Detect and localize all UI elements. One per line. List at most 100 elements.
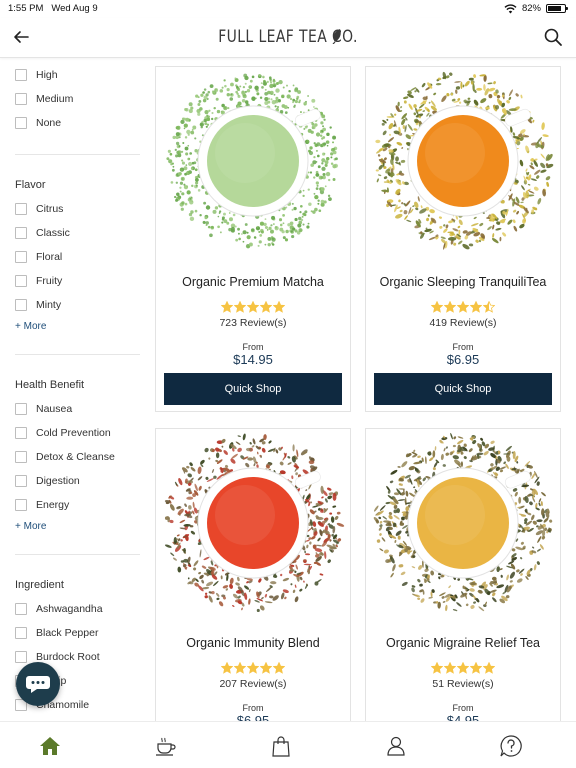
account-icon[interactable]	[384, 734, 408, 758]
product-image[interactable]	[156, 429, 350, 625]
checkbox[interactable]	[15, 299, 27, 311]
tea-leaf	[187, 577, 190, 580]
tea-leaf	[473, 99, 479, 106]
checkbox[interactable]	[15, 499, 27, 511]
teacup-icon[interactable]	[154, 734, 178, 758]
tea-leaf	[247, 457, 254, 461]
home-icon[interactable]	[38, 734, 62, 758]
quick-shop-button[interactable]: Quick Shop	[164, 373, 342, 405]
tea-leaf	[530, 178, 537, 181]
tea-leaf	[545, 176, 551, 181]
back-arrow-icon[interactable]	[10, 26, 32, 48]
product-price: $6.95	[446, 352, 480, 367]
tea-leaf	[258, 578, 262, 583]
filter-flavor-floral[interactable]: Floral	[15, 249, 62, 265]
filter-flavor-classic[interactable]: Classic	[15, 225, 70, 241]
checkbox[interactable]	[15, 451, 27, 463]
tea-leaf	[211, 591, 215, 595]
tea-leaf	[330, 516, 335, 523]
checkbox[interactable]	[15, 403, 27, 415]
filter-ingredient-burdock-root[interactable]: Burdock Root	[15, 649, 100, 665]
filter-flavor-citrus[interactable]: Citrus	[15, 201, 63, 217]
checkbox[interactable]	[15, 275, 27, 287]
filter-health-energy[interactable]: Energy	[15, 497, 69, 513]
tea-leaf	[376, 178, 379, 183]
tea-leaf	[520, 94, 523, 99]
checkbox[interactable]	[15, 603, 27, 615]
brand-logo[interactable]: FULL LEAF TEA CO.	[52, 27, 524, 47]
product-image[interactable]	[366, 67, 560, 263]
review-count[interactable]: 419 Review(s)	[366, 317, 560, 329]
tea-leaf	[181, 178, 184, 180]
product-card[interactable]: Organic Premium Matcha 723 Review(s) Fro…	[155, 66, 351, 412]
checkbox[interactable]	[15, 627, 27, 639]
filter-health-digestion[interactable]: Digestion	[15, 473, 80, 489]
tea-leaf	[283, 105, 288, 109]
tea-leaf	[454, 459, 461, 466]
filter-ingredient-ashwagandha[interactable]: Ashwagandha	[15, 601, 103, 617]
product-name[interactable]: Organic Premium Matcha	[156, 275, 350, 289]
tea-leaf	[232, 213, 236, 217]
tea-leaf	[323, 118, 326, 121]
tea-leaf	[171, 162, 174, 165]
filter-health-detox[interactable]: Detox & Cleanse	[15, 449, 115, 465]
search-icon[interactable]	[542, 26, 564, 48]
product-card[interactable]: Organic Sleeping TranquiliTea 419 Review…	[365, 66, 561, 412]
tea-leaf	[306, 140, 310, 143]
checkbox[interactable]	[15, 475, 27, 487]
tea-leaf	[269, 595, 274, 599]
tea-leaf	[299, 211, 302, 214]
review-count[interactable]: 723 Review(s)	[156, 317, 350, 329]
shopping-bag-icon[interactable]	[269, 734, 293, 758]
filter-caffeine-high[interactable]: High	[15, 67, 58, 83]
product-name[interactable]: Organic Immunity Blend	[156, 636, 350, 650]
tea-leaf	[284, 596, 287, 600]
tea-leaf	[389, 480, 394, 484]
tea-leaf	[270, 98, 273, 101]
product-card[interactable]: Organic Migraine Relief Tea 51 Review(s)…	[365, 428, 561, 728]
filter-health-cold-prevention[interactable]: Cold Prevention	[15, 425, 111, 441]
tea-leaf	[327, 495, 333, 500]
filter-caffeine-none[interactable]: None	[15, 115, 61, 131]
filter-label: Floral	[36, 251, 63, 263]
health-more-link[interactable]: + More	[15, 521, 46, 532]
tea-leaf	[508, 89, 513, 97]
tea-leaf	[393, 514, 400, 520]
checkbox[interactable]	[15, 227, 27, 239]
divider	[15, 354, 140, 355]
tea-leaf	[262, 81, 268, 86]
filter-flavor-fruity[interactable]: Fruity	[15, 273, 62, 289]
checkbox[interactable]	[15, 69, 27, 81]
product-card[interactable]: Organic Immunity Blend 207 Review(s) Fro…	[155, 428, 351, 728]
checkbox[interactable]	[15, 93, 27, 105]
filter-health-nausea[interactable]: Nausea	[15, 401, 72, 417]
product-name[interactable]: Organic Migraine Relief Tea	[366, 636, 560, 650]
filter-flavor-minty[interactable]: Minty	[15, 297, 61, 313]
help-icon[interactable]	[499, 734, 523, 758]
checkbox[interactable]	[15, 427, 27, 439]
flavor-more-link[interactable]: + More	[15, 321, 46, 332]
tea-leaf	[199, 107, 203, 111]
product-name[interactable]: Organic Sleeping TranquiliTea	[366, 275, 560, 289]
tea-leaf	[396, 508, 400, 514]
tea-leaf	[187, 473, 192, 478]
tea-leaf	[169, 504, 175, 511]
tea-leaf	[215, 97, 219, 101]
checkbox[interactable]	[15, 203, 27, 215]
product-image[interactable]	[366, 429, 560, 625]
product-image[interactable]	[156, 67, 350, 263]
tea-leaf	[292, 589, 296, 594]
checkbox[interactable]	[15, 651, 27, 663]
checkbox[interactable]	[15, 251, 27, 263]
star-icon	[259, 300, 273, 313]
tea-leaf	[379, 505, 386, 511]
review-count[interactable]: 51 Review(s)	[366, 678, 560, 690]
filter-ingredient-black-pepper[interactable]: Black Pepper	[15, 625, 98, 641]
tea-leaf	[282, 577, 290, 582]
tea-leaf	[282, 236, 286, 240]
checkbox[interactable]	[15, 117, 27, 129]
filter-caffeine-medium[interactable]: Medium	[15, 91, 73, 107]
chat-button[interactable]	[16, 662, 60, 706]
review-count[interactable]: 207 Review(s)	[156, 678, 350, 690]
quick-shop-button[interactable]: Quick Shop	[374, 373, 552, 405]
